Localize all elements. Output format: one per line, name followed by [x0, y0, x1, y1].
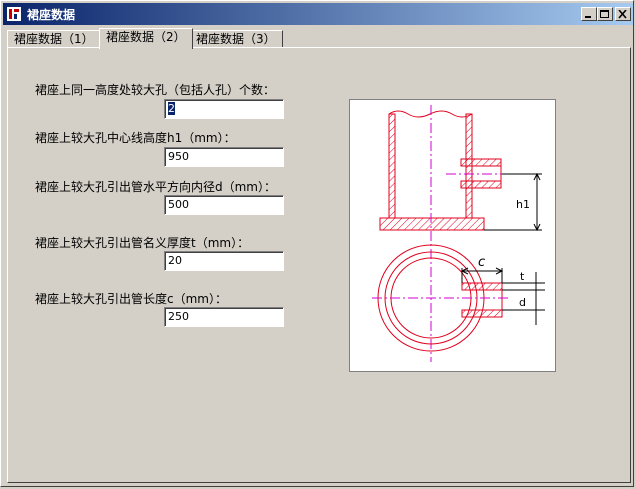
pipe-inner-diameter-label: 裙座上较大孔引出管水平方向内径d（mm）：: [35, 180, 276, 194]
pipe-thickness-input[interactable]: 20: [164, 251, 284, 271]
pipe-inner-diameter-input[interactable]: 500: [164, 195, 284, 215]
dialog-window: 裙座数据 裙座数据（1） 裙座数据（2） 裙座数据（3） 裙座上同一高度处较大孔…: [0, 0, 634, 487]
minimize-icon: [585, 16, 591, 18]
skirt-opening-diagram: h1 c t d: [349, 99, 556, 372]
pipe-thickness-label: 裙座上较大孔引出管名义厚度t（mm）：: [35, 236, 250, 250]
title-bar[interactable]: 裙座数据: [3, 3, 633, 25]
hole-count-label: 裙座上同一高度处较大孔（包括人孔）个数：: [35, 83, 276, 97]
close-button[interactable]: [615, 7, 631, 21]
diagram-drawing: h1 c t d: [372, 105, 545, 362]
c-dimension-label: c: [478, 255, 485, 270]
tab-skirt-data-3[interactable]: 裙座数据（3）: [189, 30, 283, 48]
hole-center-height-label: 裙座上较大孔中心线高度h1（mm）：: [35, 131, 236, 145]
tab-strip: 裙座数据（1） 裙座数据（2） 裙座数据（3）: [7, 28, 629, 49]
d-dimension-label: d: [519, 296, 526, 309]
minimize-button[interactable]: [581, 7, 597, 21]
t-dimension-label: t: [520, 270, 525, 283]
skirt-plan: c t d: [372, 244, 545, 352]
close-icon: [618, 10, 627, 19]
tab-skirt-data-1[interactable]: 裙座数据（1）: [7, 30, 101, 48]
hole-count-input[interactable]: 2: [164, 99, 284, 119]
maximize-button[interactable]: [597, 7, 613, 21]
app-icon: [7, 7, 21, 21]
skirt-elevation: h1: [379, 105, 542, 362]
pipe-length-input[interactable]: 250: [164, 307, 284, 327]
maximize-icon: [600, 10, 609, 18]
h1-dimension-label: h1: [516, 198, 530, 211]
tab-skirt-data-2[interactable]: 裙座数据（2）: [99, 28, 193, 49]
pipe-length-label: 裙座上较大孔引出管长度c（mm）：: [35, 292, 227, 306]
hole-center-height-input[interactable]: 950: [164, 147, 284, 167]
window-title: 裙座数据: [27, 8, 76, 22]
